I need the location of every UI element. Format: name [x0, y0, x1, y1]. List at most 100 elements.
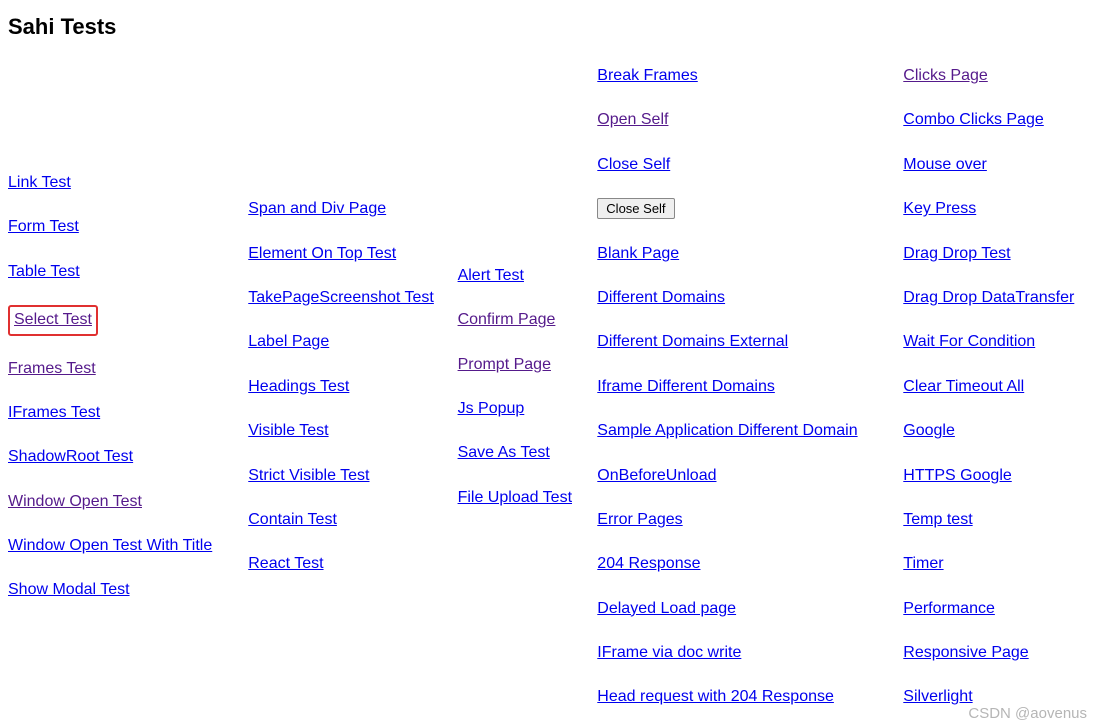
column-5: Clicks Page Combo Clicks Page Mouse over Ke… [903, 54, 1085, 720]
link-row: OnBeforeUnload [597, 465, 887, 487]
link-columns: Link Test Form Test Table Test Select Test F… [8, 54, 1091, 720]
window-open-test-link[interactable]: Window Open Test [8, 493, 142, 510]
column-4: Break Frames Open Self Close Self Close Sel… [597, 54, 887, 720]
headings-test-link[interactable]: Headings Test [248, 378, 349, 395]
alert-test-link[interactable]: Alert Test [458, 267, 524, 284]
link-row: Close Self [597, 154, 887, 176]
iframe-different-domains-link[interactable]: Iframe Different Domains [597, 378, 775, 395]
link-row: Delayed Load page [597, 598, 887, 620]
link-row: Table Test [8, 261, 232, 283]
highlight-box: Select Test [8, 305, 98, 335]
wait-for-condition-link[interactable]: Wait For Condition [903, 333, 1035, 350]
key-press-link[interactable]: Key Press [903, 200, 976, 217]
link-row: Alert Test [458, 265, 582, 287]
close-self-link[interactable]: Close Self [597, 156, 670, 173]
iframes-test-link[interactable]: IFrames Test [8, 404, 100, 421]
contain-test-link[interactable]: Contain Test [248, 511, 337, 528]
drag-drop-datatransfer-link[interactable]: Drag Drop DataTransfer [903, 289, 1074, 306]
clicks-page-link[interactable]: Clicks Page [903, 67, 987, 84]
link-row: Strict Visible Test [248, 465, 441, 487]
visible-test-link[interactable]: Visible Test [248, 422, 328, 439]
performance-link[interactable]: Performance [903, 600, 995, 617]
link-row: Element On Top Test [248, 243, 441, 265]
link-row: Temp test [903, 509, 1085, 531]
head-request-with-204-response-link[interactable]: Head request with 204 Response [597, 688, 834, 705]
show-modal-test-link[interactable]: Show Modal Test [8, 581, 130, 598]
responsive-page-link[interactable]: Responsive Page [903, 644, 1028, 661]
different-domains-link[interactable]: Different Domains [597, 289, 725, 306]
link-row: Key Press [903, 198, 1085, 220]
204-response-link[interactable]: 204 Response [597, 555, 700, 572]
link-row: Different Domains External [597, 331, 887, 353]
close-self-button[interactable]: Close Self [597, 198, 674, 219]
prompt-page-link[interactable]: Prompt Page [458, 356, 551, 373]
error-pages-link[interactable]: Error Pages [597, 511, 682, 528]
link-row: Silverlight [903, 686, 1085, 708]
link-row: Error Pages [597, 509, 887, 531]
combo-clicks-page-link[interactable]: Combo Clicks Page [903, 111, 1044, 128]
table-test-link[interactable]: Table Test [8, 263, 80, 280]
different-domains-external-link[interactable]: Different Domains External [597, 333, 788, 350]
confirm-page-link[interactable]: Confirm Page [458, 311, 556, 328]
takepagescreenshot-test-link[interactable]: TakePageScreenshot Test [248, 289, 434, 306]
clear-timeout-all-link[interactable]: Clear Timeout All [903, 378, 1024, 395]
window-open-test-with-title-link[interactable]: Window Open Test With Title [8, 537, 212, 554]
link-row: Open Self [597, 109, 887, 131]
link-row: Confirm Page [458, 309, 582, 331]
shadowroot-test-link[interactable]: ShadowRoot Test [8, 448, 133, 465]
link-row: Drag Drop DataTransfer [903, 287, 1085, 309]
js-popup-link[interactable]: Js Popup [458, 400, 525, 417]
link-row: TakePageScreenshot Test [248, 287, 441, 309]
onbeforeunload-link[interactable]: OnBeforeUnload [597, 467, 716, 484]
link-row: 204 Response [597, 553, 887, 575]
strict-visible-test-link[interactable]: Strict Visible Test [248, 467, 369, 484]
save-as-test-link[interactable]: Save As Test [458, 444, 550, 461]
link-row: Show Modal Test [8, 579, 232, 601]
file-upload-test-link[interactable]: File Upload Test [458, 489, 572, 506]
break-frames-link[interactable]: Break Frames [597, 67, 697, 84]
sample-application-different-domain-link[interactable]: Sample Application Different Domain [597, 422, 857, 439]
link-row: Save As Test [458, 442, 582, 464]
link-row: Frames Test [8, 358, 232, 380]
select-test-link[interactable]: Select Test [14, 311, 92, 328]
mouse-over-link[interactable]: Mouse over [903, 156, 987, 173]
link-row: Drag Drop Test [903, 243, 1085, 265]
form-test-link[interactable]: Form Test [8, 218, 79, 235]
link-row: Wait For Condition [903, 331, 1085, 353]
blank-page-link[interactable]: Blank Page [597, 245, 679, 262]
link-row: Iframe Different Domains [597, 376, 887, 398]
drag-drop-test-link[interactable]: Drag Drop Test [903, 245, 1010, 262]
link-row: Google [903, 420, 1085, 442]
column-1: Link Test Form Test Table Test Select Test F… [8, 161, 232, 613]
frames-test-link[interactable]: Frames Test [8, 360, 96, 377]
link-row: Clear Timeout All [903, 376, 1085, 398]
link-row: HTTPS Google [903, 465, 1085, 487]
page-title: Sahi Tests [8, 14, 1091, 40]
silverlight-link[interactable]: Silverlight [903, 688, 972, 705]
https-google-link[interactable]: HTTPS Google [903, 467, 1011, 484]
column-3: Alert Test Confirm Page Prompt Page Js Popu… [458, 254, 582, 520]
google-link[interactable]: Google [903, 422, 955, 439]
link-row: Timer [903, 553, 1085, 575]
link-row: Contain Test [248, 509, 441, 531]
react-test-link[interactable]: React Test [248, 555, 323, 572]
link-row: Different Domains [597, 287, 887, 309]
element-on-top-test-link[interactable]: Element On Top Test [248, 245, 396, 262]
link-row: Combo Clicks Page [903, 109, 1085, 131]
link-row: Visible Test [248, 420, 441, 442]
delayed-load-page-link[interactable]: Delayed Load page [597, 600, 736, 617]
span-and-div-page-link[interactable]: Span and Div Page [248, 200, 386, 217]
link-test-link[interactable]: Link Test [8, 174, 71, 191]
iframe-via-doc-write-link[interactable]: IFrame via doc write [597, 644, 741, 661]
link-row: Span and Div Page [248, 198, 441, 220]
open-self-link[interactable]: Open Self [597, 111, 668, 128]
temp-test-link[interactable]: Temp test [903, 511, 972, 528]
timer-link[interactable]: Timer [903, 555, 943, 572]
link-row: Headings Test [248, 376, 441, 398]
link-row: Form Test [8, 216, 232, 238]
label-page-link[interactable]: Label Page [248, 333, 329, 350]
link-row: IFrame via doc write [597, 642, 887, 664]
link-row: Select Test [8, 305, 232, 335]
link-row: Window Open Test With Title [8, 535, 232, 557]
link-row: Link Test [8, 172, 232, 194]
